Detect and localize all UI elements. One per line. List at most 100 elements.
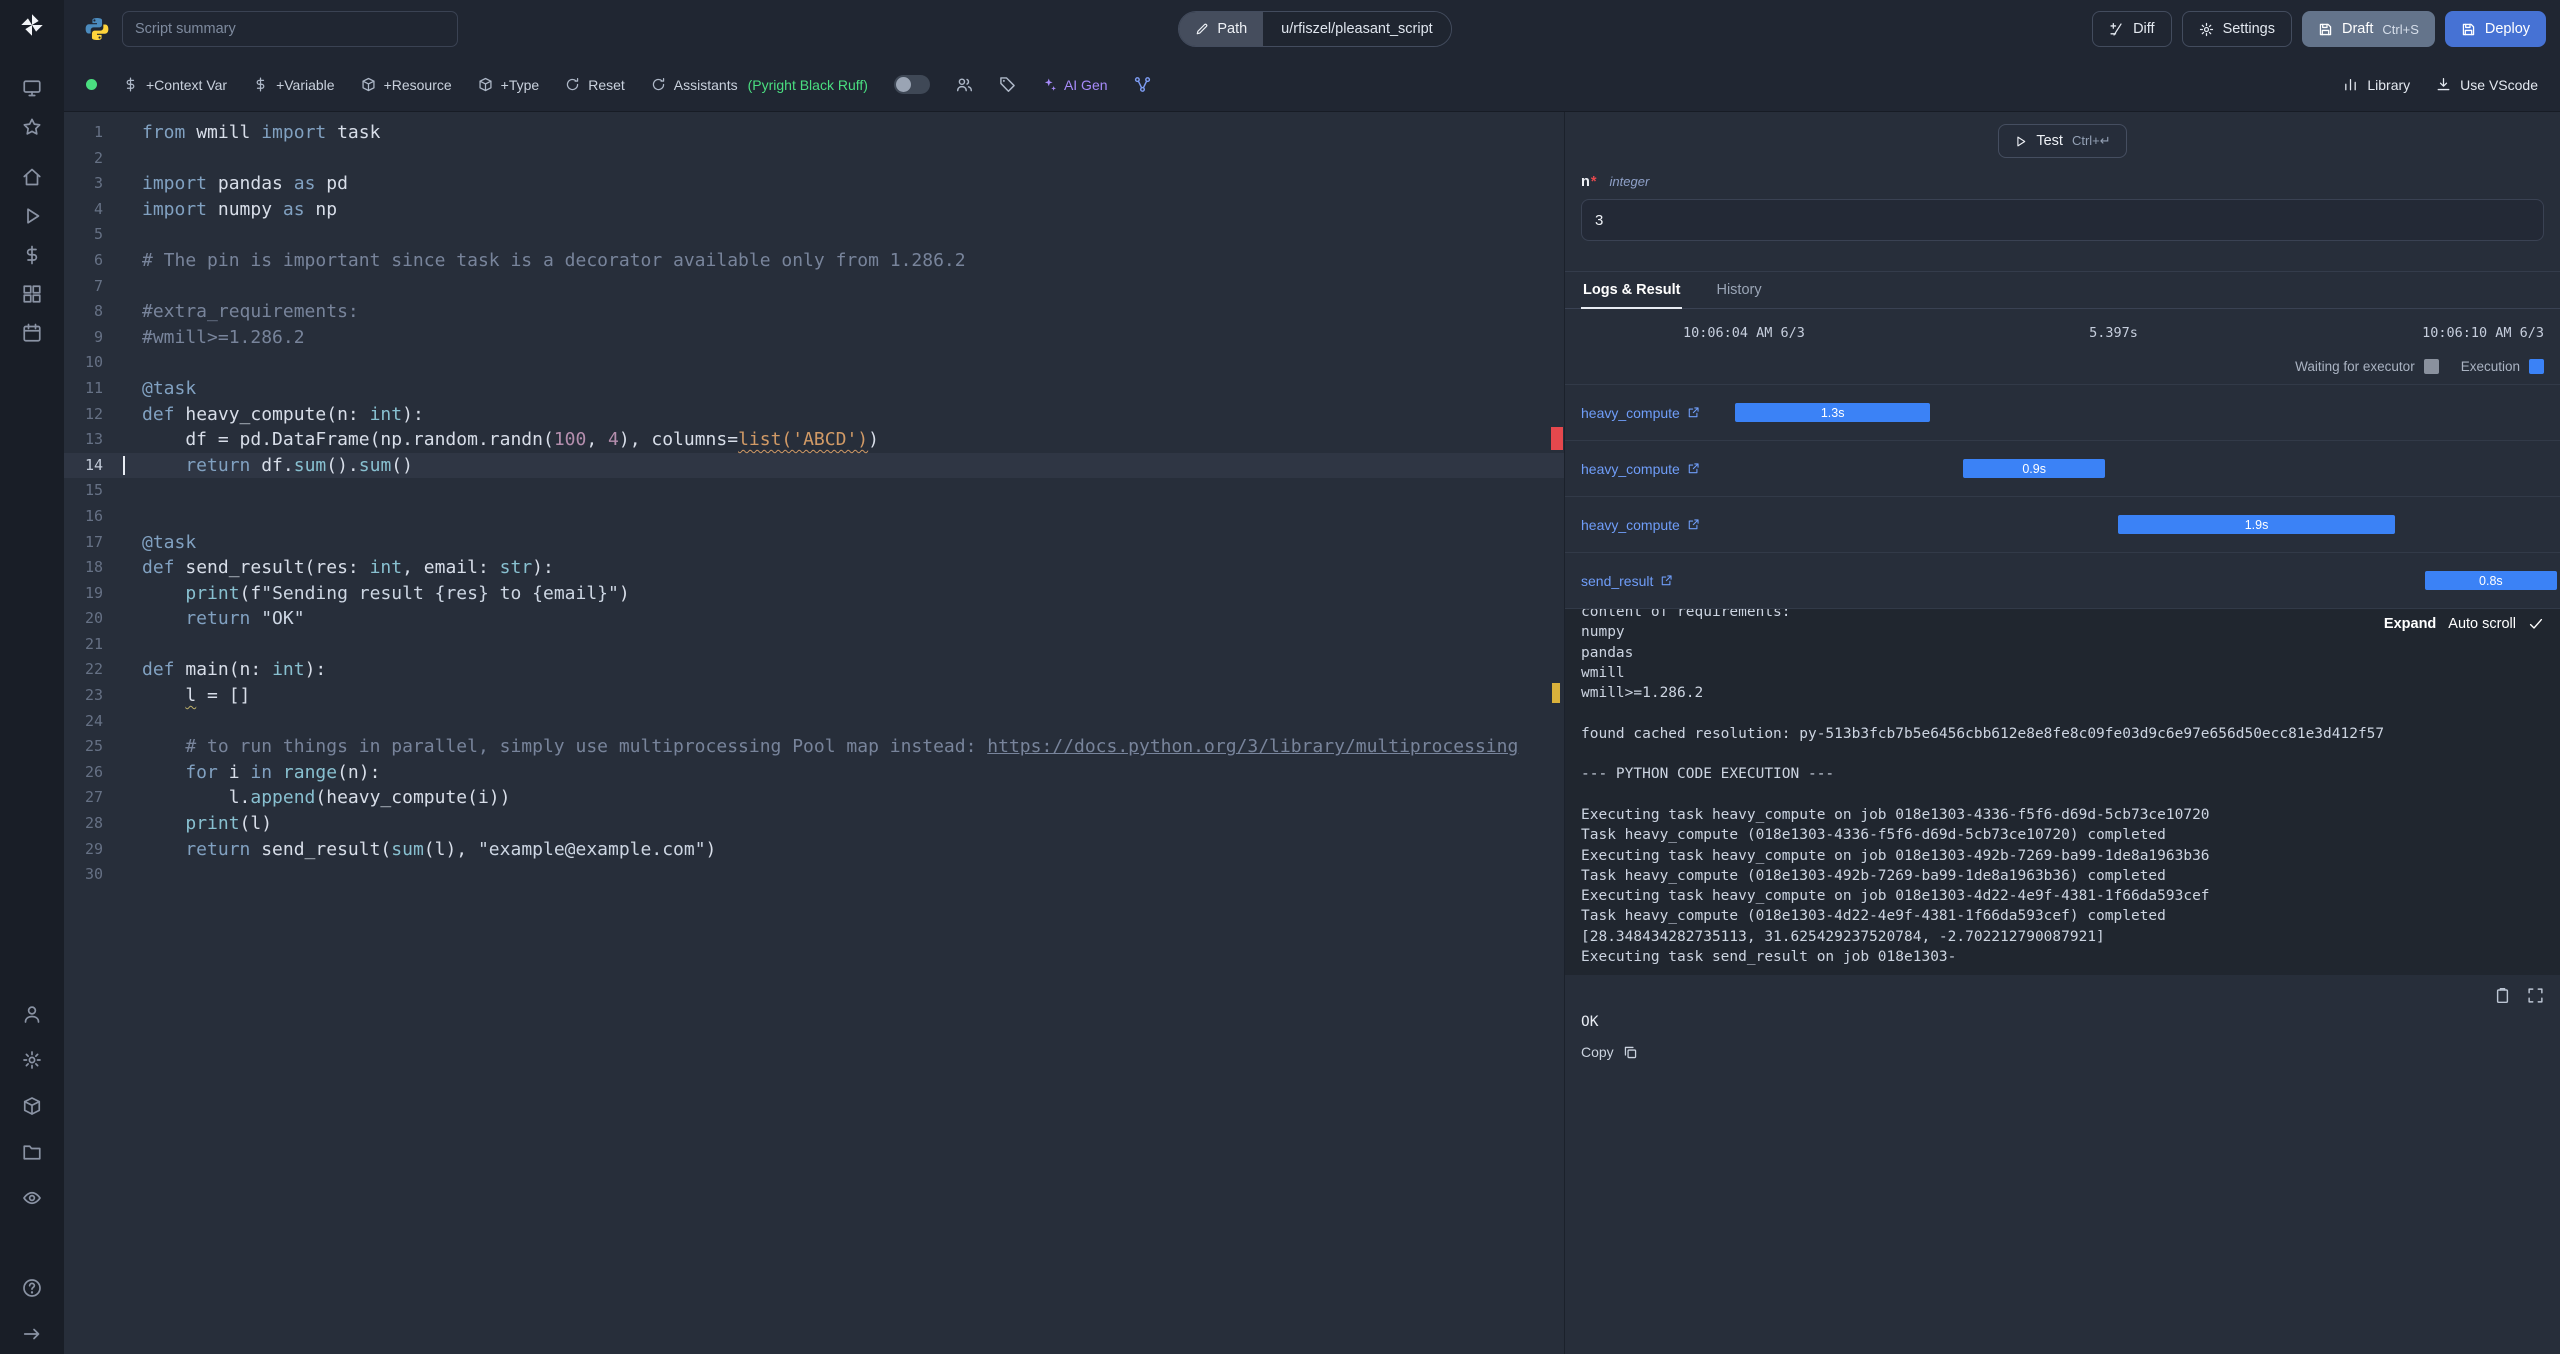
copy-result-icon[interactable] [2494,987,2511,1004]
edit-path-button[interactable]: Path [1179,12,1264,46]
code-line-26[interactable]: 26 for i in range(n): [64,760,1564,786]
code-text[interactable]: return send_result(sum(l), "example@exam… [118,837,1564,863]
code-text[interactable]: def send_result(res: int, email: str): [118,555,1564,581]
test-button[interactable]: Test Ctrl+↵ [1998,124,2127,158]
workspace-settings-icon[interactable] [22,1050,42,1070]
code-line-11[interactable]: 11 @task [64,376,1564,402]
code-line-8[interactable]: 8 #extra_requirements: [64,299,1564,325]
code-line-6[interactable]: 6 # The pin is important since task is a … [64,248,1564,274]
code-line-15[interactable]: 15 [64,478,1564,504]
code-line-27[interactable]: 27 l.append(heavy_compute(i)) [64,785,1564,811]
job-link[interactable]: heavy_compute [1581,461,1700,477]
code-text[interactable]: # The pin is important since task is a d… [118,248,1564,274]
settings-button[interactable]: Settings [2181,11,2292,47]
code-line-13[interactable]: 13 df = pd.DataFrame(np.random.randn(100… [64,427,1564,453]
code-text[interactable] [118,146,1564,172]
expand-button[interactable]: Expand [2384,616,2436,632]
code-text[interactable]: #extra_requirements: [118,299,1564,325]
code-line-30[interactable]: 30 [64,862,1564,888]
code-text[interactable]: for i in range(n): [118,760,1564,786]
assistants-button[interactable]: Assistants (Pyright Black Ruff) [651,77,868,93]
variables-icon[interactable] [22,245,42,265]
audit-logs-icon[interactable] [22,1188,42,1208]
add-type-button[interactable]: +Type [478,77,539,93]
draft-button[interactable]: Draft Ctrl+S [2301,11,2435,47]
overview-ruler[interactable] [1550,112,1564,1354]
runs-icon[interactable] [22,206,42,226]
code-text[interactable]: # to run things in parallel, simply use … [118,734,1564,760]
code-text[interactable] [118,478,1564,504]
code-line-10[interactable]: 10 [64,350,1564,376]
code-text[interactable] [118,504,1564,530]
library-button[interactable]: Library [2343,77,2410,93]
code-text[interactable]: l = [] [118,683,1564,709]
home-icon[interactable] [22,167,42,187]
code-text[interactable]: #wmill>=1.286.2 [118,325,1564,351]
diff-button[interactable]: Diff [2092,11,2172,47]
favorites-icon[interactable] [22,117,42,137]
code-line-18[interactable]: 18 def send_result(res: int, email: str): [64,555,1564,581]
code-line-9[interactable]: 9 #wmill>=1.286.2 [64,325,1564,351]
folders-icon[interactable] [22,1142,42,1162]
script-summary-input[interactable] [122,11,458,47]
code-line-4[interactable]: 4 import numpy as np [64,197,1564,223]
account-icon[interactable] [22,1004,42,1024]
tag-icon[interactable] [999,76,1016,93]
code-text[interactable]: def main(n: int): [118,657,1564,683]
code-line-1[interactable]: 1 from wmill import task [64,120,1564,146]
ai-gen-button[interactable]: AI Gen [1042,77,1108,93]
code-text[interactable] [118,632,1564,658]
code-line-25[interactable]: 25 # to run things in parallel, simply u… [64,734,1564,760]
code-line-12[interactable]: 12 def heavy_compute(n: int): [64,402,1564,428]
log-viewer[interactable]: content of requirements: numpy pandas wmill… [1565,609,2560,975]
code-line-20[interactable]: 20 return "OK" [64,606,1564,632]
deploy-button[interactable]: Deploy [2444,11,2547,47]
collapse-icon[interactable] [22,1324,42,1344]
apps-icon[interactable] [22,78,42,98]
code-text[interactable] [118,350,1564,376]
help-icon[interactable] [22,1278,42,1298]
code-text[interactable]: def heavy_compute(n: int): [118,402,1564,428]
code-text[interactable] [118,709,1564,735]
code-text[interactable]: @task [118,376,1564,402]
code-line-3[interactable]: 3 import pandas as pd [64,171,1564,197]
code-line-16[interactable]: 16 [64,504,1564,530]
code-text[interactable] [118,862,1564,888]
code-line-17[interactable]: 17 @task [64,530,1564,556]
code-line-2[interactable]: 2 [64,146,1564,172]
copy-button[interactable]: Copy [1581,1044,1638,1060]
workers-icon[interactable] [22,1096,42,1116]
code-editor[interactable]: 1 from wmill import task 2 3 import pandas a… [64,112,1564,1354]
schedules-icon[interactable] [22,323,42,343]
fullscreen-icon[interactable] [2527,987,2544,1004]
code-line-23[interactable]: 23 l = [] [64,683,1564,709]
code-text[interactable]: print(f"Sending result {res} to {email}"… [118,581,1564,607]
path-pill[interactable]: Path u/rfiszel/pleasant_script [1178,11,1452,47]
code-line-5[interactable]: 5 [64,222,1564,248]
resources-icon[interactable] [22,284,42,304]
code-text[interactable]: import pandas as pd [118,171,1564,197]
code-text[interactable] [118,222,1564,248]
code-line-24[interactable]: 24 [64,709,1564,735]
flow-assist-icon[interactable] [1134,76,1151,93]
add-resource-button[interactable]: +Resource [361,77,452,93]
tab-logs-result[interactable]: Logs & Result [1581,272,1683,309]
code-line-22[interactable]: 22 def main(n: int): [64,657,1564,683]
add-context-var-button[interactable]: +Context Var [123,77,227,93]
code-text[interactable]: @task [118,530,1564,556]
assistant-toggle[interactable] [893,75,930,94]
code-line-7[interactable]: 7 [64,274,1564,300]
windmill-logo[interactable] [19,12,45,38]
autoscroll-toggle[interactable]: Auto scroll [2448,616,2516,632]
tab-history[interactable]: History [1714,272,1763,308]
code-line-19[interactable]: 19 print(f"Sending result {res} to {emai… [64,581,1564,607]
reset-button[interactable]: Reset [565,77,625,93]
code-text[interactable]: return "OK" [118,606,1564,632]
use-vscode-button[interactable]: Use VScode [2436,77,2538,93]
code-line-21[interactable]: 21 [64,632,1564,658]
code-text[interactable]: from wmill import task [118,120,1564,146]
arg-input[interactable] [1581,199,2544,241]
add-variable-button[interactable]: +Variable [253,77,335,93]
job-link[interactable]: heavy_compute [1581,405,1700,421]
code-text[interactable] [118,274,1564,300]
